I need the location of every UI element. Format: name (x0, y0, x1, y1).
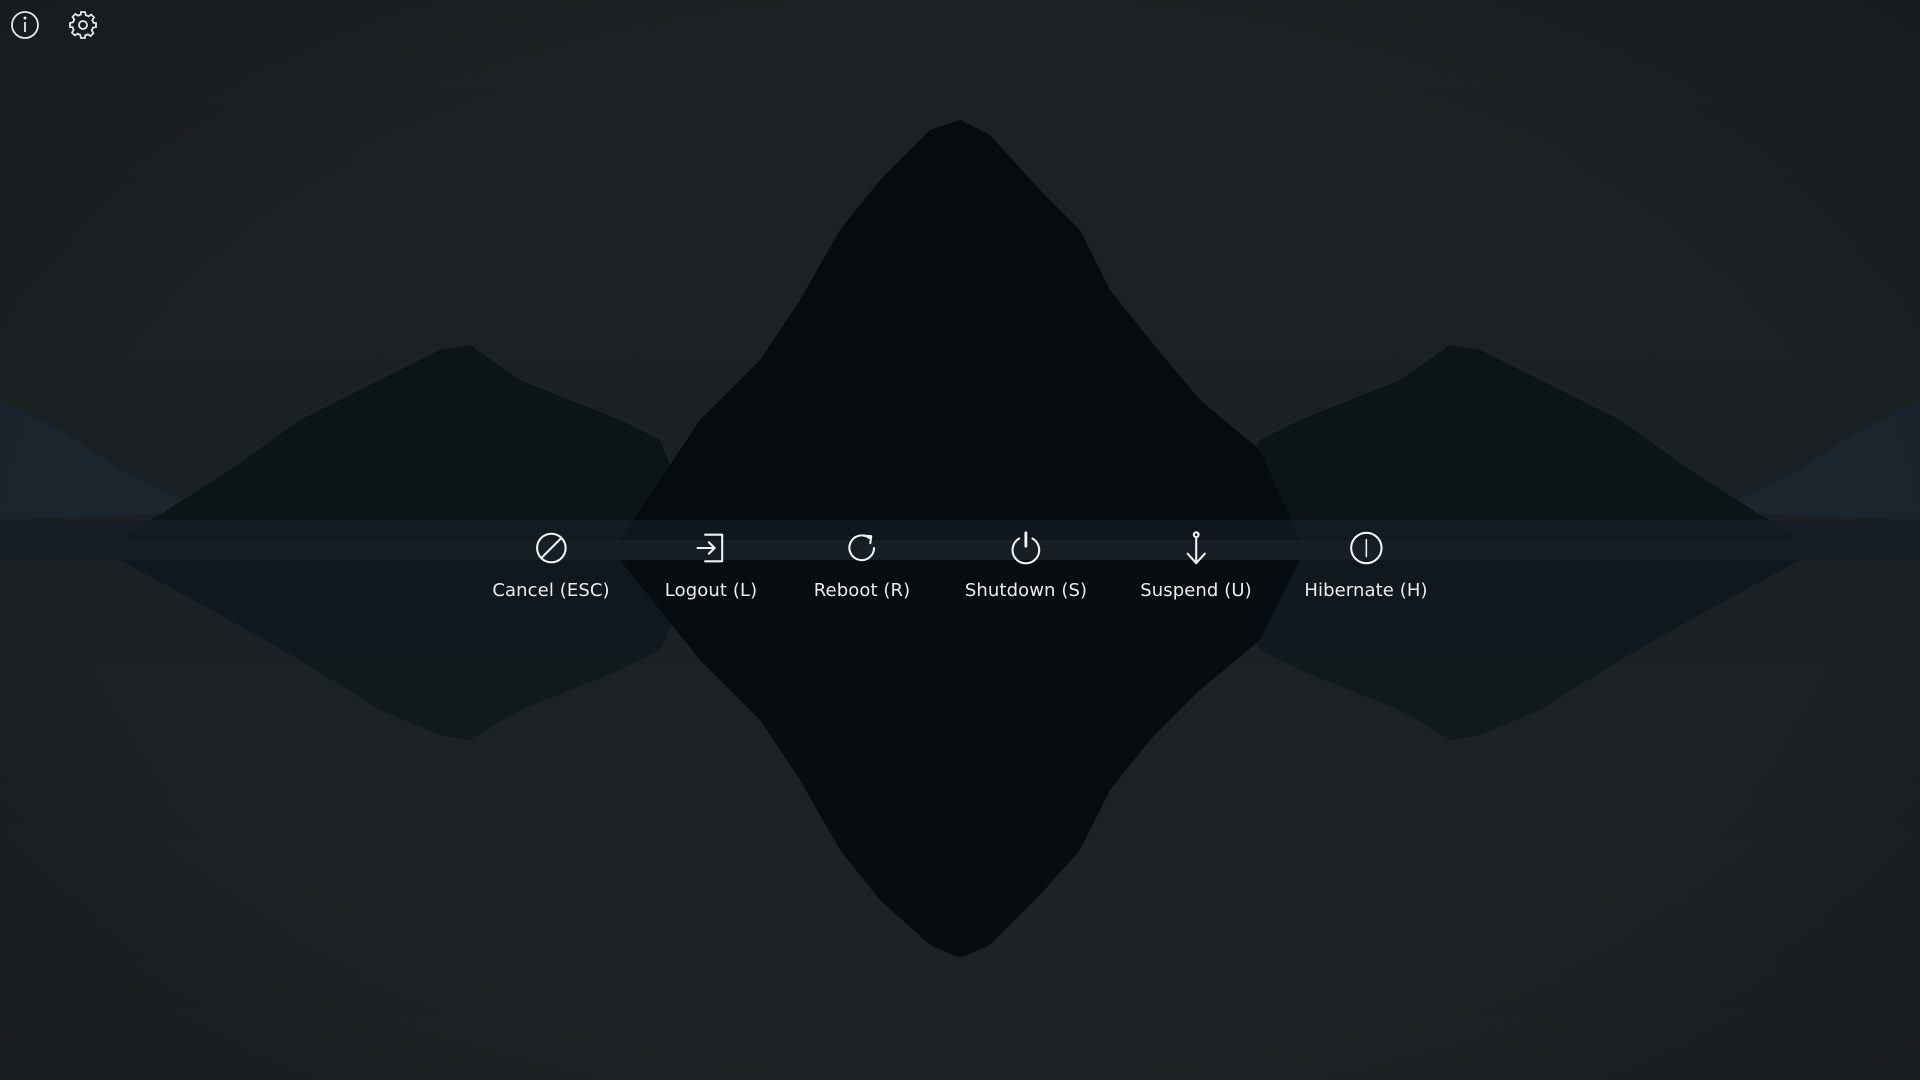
anchor-icon (1176, 528, 1216, 568)
hibernate-button[interactable]: Hibernate (H) (1304, 528, 1428, 601)
shutdown-label: Shutdown (S) (964, 580, 1088, 601)
cancel-label: Cancel (ESC) (492, 580, 610, 601)
suspend-label: Suspend (U) (1140, 580, 1252, 601)
logout-screen: Cancel (ESC) Logout (L) Reboot (R) Shutd… (0, 0, 1920, 1080)
logout-icon (691, 528, 731, 568)
shutdown-button[interactable]: Shutdown (S) (965, 528, 1087, 601)
logout-button[interactable]: Logout (L) (665, 528, 757, 601)
power-actions: Cancel (ESC) Logout (L) Reboot (R) Shutd… (0, 528, 1920, 628)
power-icon (1006, 528, 1046, 568)
cancel-button[interactable]: Cancel (ESC) (492, 528, 610, 601)
gear-icon[interactable] (66, 8, 100, 42)
cancel-icon (531, 528, 571, 568)
hibernate-icon (1346, 528, 1386, 568)
suspend-button[interactable]: Suspend (U) (1140, 528, 1252, 601)
top-bar (8, 8, 100, 42)
logout-label: Logout (L) (664, 580, 758, 601)
info-icon[interactable] (8, 8, 42, 42)
reboot-button[interactable]: Reboot (R) (814, 528, 911, 601)
reboot-icon (842, 528, 882, 568)
reboot-label: Reboot (R) (813, 580, 911, 601)
hibernate-label: Hibernate (H) (1304, 580, 1428, 601)
